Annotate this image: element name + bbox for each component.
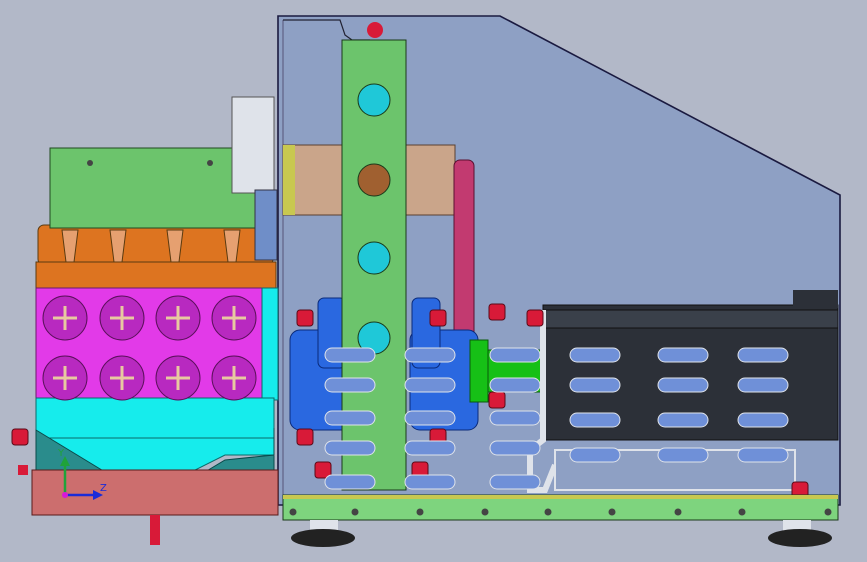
triad-z-axis [62, 492, 68, 498]
guide-slot [324, 410, 376, 426]
vent-slot [737, 347, 789, 363]
vent-slot [657, 447, 709, 463]
guide-slot [404, 410, 456, 426]
motor-cap [793, 290, 838, 308]
rail-screw [738, 508, 746, 516]
vent-slot [657, 347, 709, 363]
rail-screw [416, 508, 424, 516]
column-hole [357, 241, 391, 275]
sleeve-end-cap [283, 145, 295, 215]
rail-screw [289, 508, 297, 516]
rail-screw [481, 508, 489, 516]
rail-screw [674, 508, 682, 516]
vent-slot [657, 377, 709, 393]
drain-pipe [150, 515, 160, 545]
red-fastener [429, 309, 447, 327]
right-motor-module[interactable] [527, 290, 839, 493]
rail-screw [608, 508, 616, 516]
guide-slot [404, 440, 456, 456]
red-fastener [296, 428, 314, 446]
column-hole [357, 83, 391, 117]
rail-screw [351, 508, 359, 516]
vent-slot [737, 412, 789, 428]
guide-slot [324, 347, 376, 363]
rail-screw [544, 508, 552, 516]
left-dispenser-assembly[interactable] [18, 96, 279, 545]
column-hole [357, 163, 391, 197]
red-fastener [526, 309, 544, 327]
motor-mount [254, 189, 278, 261]
guide-slot [324, 377, 376, 393]
red-fastener [488, 391, 506, 409]
assembly-drawing[interactable]: Y Z [0, 0, 867, 562]
guide-slot [404, 474, 456, 490]
rail-screw [824, 508, 832, 516]
guide-slot [489, 474, 541, 490]
cad-viewport[interactable]: Y Z [0, 0, 867, 562]
guide-slot [324, 440, 376, 456]
cyan-side-plate [261, 287, 279, 401]
stepper-motor [231, 96, 275, 194]
leveling-foot-right [768, 529, 832, 547]
leveling-foot-left [291, 529, 355, 547]
red-fastener [296, 309, 314, 327]
vent-slot [657, 412, 709, 428]
motor-top-rail [542, 309, 839, 329]
box-screw-left [87, 160, 93, 166]
guide-slot [489, 440, 541, 456]
fitting-bottom [18, 465, 28, 475]
vent-slot [569, 447, 621, 463]
top-bolt [367, 22, 383, 38]
red-fastener [488, 303, 506, 321]
guide-slot [404, 347, 456, 363]
guide-slot [489, 410, 541, 426]
green-control-box [49, 147, 256, 229]
triad-z-label: Z [100, 483, 107, 494]
vent-slot [737, 447, 789, 463]
triad-y-label: Y [57, 448, 65, 459]
cyan-lower-block [35, 397, 275, 439]
base-assembly[interactable] [282, 494, 839, 547]
vent-slot [569, 412, 621, 428]
vent-slot [569, 377, 621, 393]
base-rail-edge [283, 495, 838, 499]
vent-slot [569, 347, 621, 363]
red-fastener [11, 428, 29, 446]
guide-slot [489, 347, 541, 363]
guide-slot [404, 377, 456, 393]
guide-slot [324, 474, 376, 490]
red-base-block [31, 469, 279, 516]
guide-slot [489, 377, 541, 393]
vent-slot [737, 377, 789, 393]
green-coupling [469, 339, 489, 403]
box-screw-right [207, 160, 213, 166]
